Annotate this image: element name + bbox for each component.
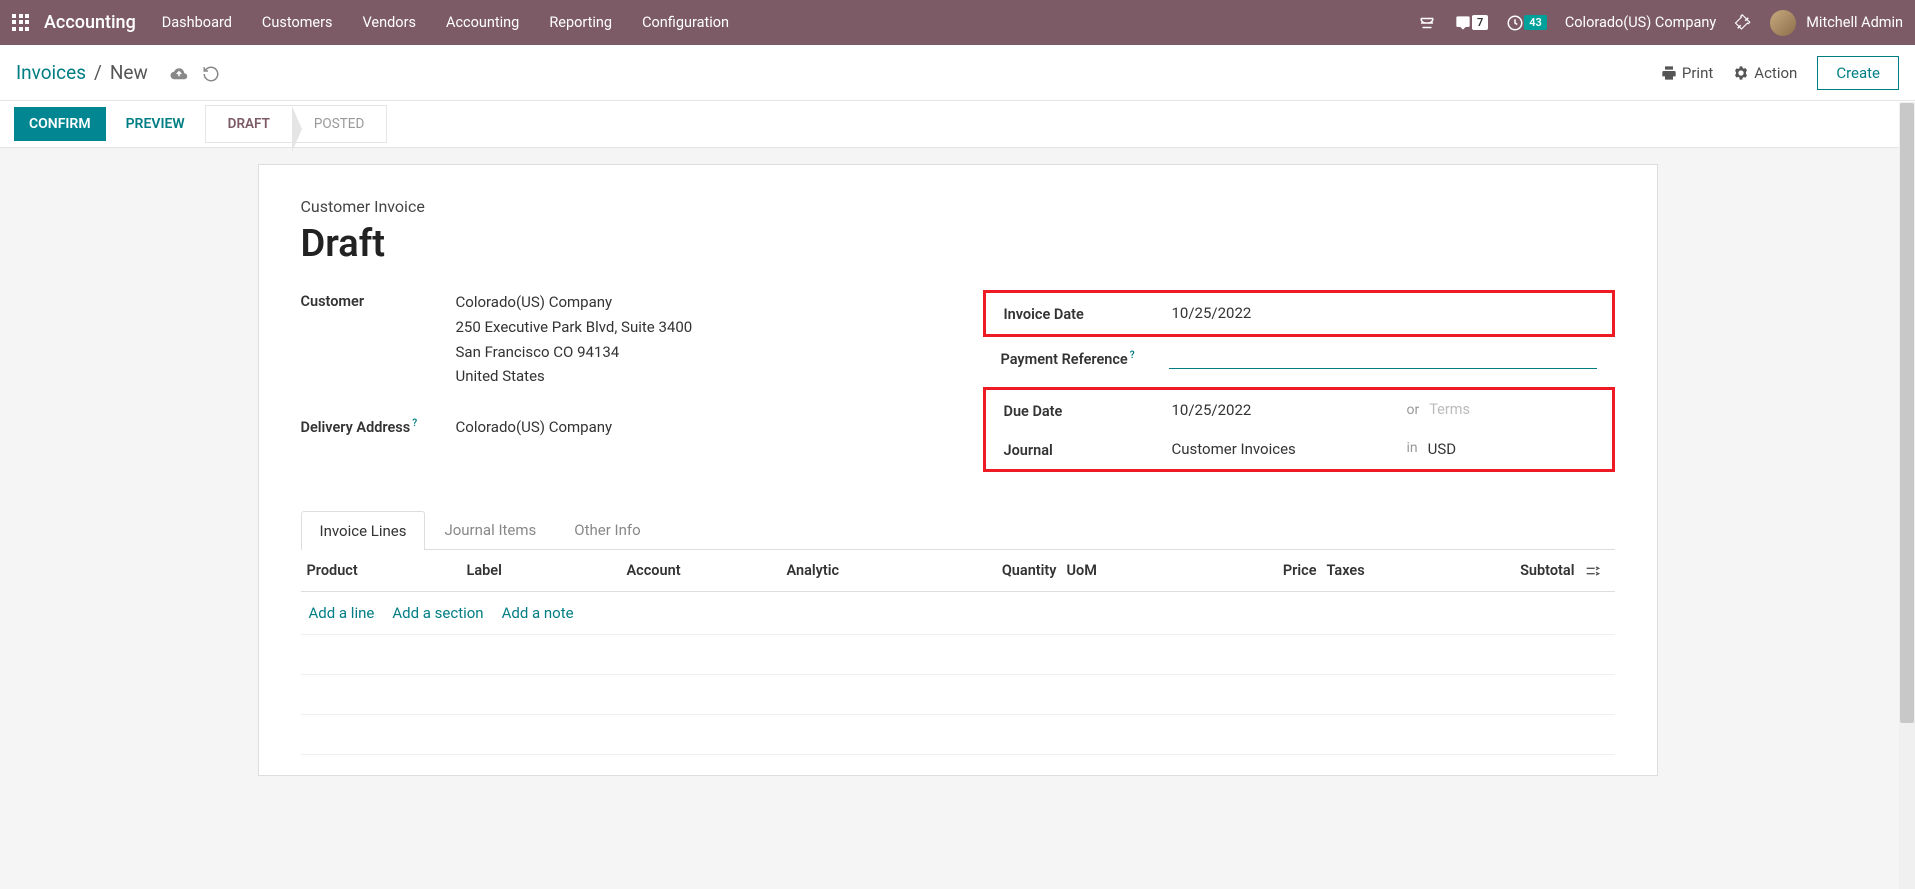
clock-badge: 43: [1524, 15, 1547, 30]
menu-dashboard[interactable]: Dashboard: [162, 14, 232, 31]
preview-button[interactable]: PREVIEW: [106, 107, 205, 141]
highlight-due-journal: Due Date 10/25/2022 or Terms Journal Cus…: [983, 387, 1615, 473]
phone-icon[interactable]: [1418, 14, 1436, 32]
customer-field[interactable]: Colorado(US) Company 250 Executive Park …: [456, 290, 933, 389]
status-pipeline: DRAFT POSTED: [205, 105, 388, 143]
delivery-label: Delivery Address?: [301, 415, 456, 436]
invoice-lines-table: Product Label Account Analytic Quantity …: [301, 550, 1615, 755]
menu-vendors[interactable]: Vendors: [363, 14, 416, 31]
breadcrumb-current: New: [110, 61, 148, 84]
optional-columns-icon[interactable]: [1575, 562, 1609, 579]
journal-field[interactable]: Customer Invoices in USD: [1172, 437, 1594, 462]
due-date-label: Due Date: [1004, 400, 1172, 420]
add-line-link[interactable]: Add a line: [309, 604, 375, 622]
status-posted[interactable]: POSTED: [292, 106, 386, 142]
menu-customers[interactable]: Customers: [262, 14, 333, 31]
avatar-icon: [1770, 10, 1796, 36]
tools-icon[interactable]: [1734, 14, 1752, 32]
apps-icon[interactable]: [12, 14, 30, 32]
breadcrumb-separator: /: [94, 61, 102, 84]
terms-field[interactable]: Terms: [1429, 398, 1470, 422]
col-subtotal[interactable]: Subtotal: [1417, 562, 1575, 579]
col-label[interactable]: Label: [467, 562, 627, 579]
in-text: in: [1407, 437, 1418, 460]
scroll-thumb[interactable]: [1900, 103, 1914, 723]
discard-icon[interactable]: [202, 61, 220, 84]
customer-label: Customer: [301, 290, 456, 310]
print-button[interactable]: Print: [1661, 64, 1713, 82]
form-left-column: Customer Colorado(US) Company 250 Execut…: [301, 290, 933, 478]
chat-icon[interactable]: 7: [1454, 15, 1488, 31]
content-area: Customer Invoice Draft Customer Colorado…: [0, 148, 1915, 889]
col-price[interactable]: Price: [1217, 562, 1317, 579]
currency-field[interactable]: USD: [1428, 437, 1456, 462]
status-bar: CONFIRM PREVIEW DRAFT POSTED: [0, 101, 1915, 148]
breadcrumb-bar: Invoices / New Print Action Create: [0, 45, 1915, 101]
breadcrumb: Invoices / New: [16, 61, 220, 84]
tab-other-info[interactable]: Other Info: [555, 510, 659, 549]
col-taxes[interactable]: Taxes: [1317, 562, 1417, 579]
document-type: Customer Invoice: [301, 197, 1615, 216]
add-note-link[interactable]: Add a note: [502, 604, 574, 622]
navbar-right: 7 43 Colorado(US) Company Mitchell Admin: [1418, 10, 1903, 36]
status-draft[interactable]: DRAFT: [206, 106, 292, 142]
action-button[interactable]: Action: [1733, 64, 1797, 82]
main-menu: Dashboard Customers Vendors Accounting R…: [162, 14, 729, 31]
payment-ref-field[interactable]: [1169, 347, 1597, 369]
empty-row[interactable]: [301, 715, 1615, 755]
user-menu[interactable]: Mitchell Admin: [1770, 10, 1903, 36]
col-quantity[interactable]: Quantity: [967, 562, 1057, 579]
breadcrumb-actions: Print Action Create: [1661, 56, 1899, 90]
app-title[interactable]: Accounting: [44, 12, 136, 33]
add-row: Add a line Add a section Add a note: [301, 592, 1615, 635]
journal-label: Journal: [1004, 439, 1172, 459]
menu-reporting[interactable]: Reporting: [549, 14, 612, 31]
user-name: Mitchell Admin: [1806, 14, 1903, 31]
document-title: Draft: [301, 222, 1615, 266]
help-icon[interactable]: ?: [1130, 350, 1135, 361]
table-header: Product Label Account Analytic Quantity …: [301, 550, 1615, 592]
due-date-field[interactable]: 10/25/2022 or Terms: [1172, 398, 1594, 423]
empty-row[interactable]: [301, 675, 1615, 715]
tab-invoice-lines[interactable]: Invoice Lines: [301, 511, 426, 550]
add-section-link[interactable]: Add a section: [392, 604, 483, 622]
form-sheet: Customer Invoice Draft Customer Colorado…: [258, 164, 1658, 776]
save-icon[interactable]: [170, 61, 188, 84]
top-navbar: Accounting Dashboard Customers Vendors A…: [0, 0, 1915, 45]
col-analytic[interactable]: Analytic: [787, 562, 967, 579]
invoice-date-label: Invoice Date: [1004, 303, 1172, 323]
invoice-date-field[interactable]: 10/25/2022: [1172, 301, 1594, 326]
chat-badge: 7: [1472, 15, 1488, 30]
vertical-scrollbar[interactable]: [1899, 102, 1915, 889]
empty-row[interactable]: [301, 635, 1615, 675]
tab-journal-items[interactable]: Journal Items: [425, 510, 555, 549]
col-product[interactable]: Product: [307, 562, 467, 579]
col-uom[interactable]: UoM: [1057, 562, 1217, 579]
create-button[interactable]: Create: [1817, 56, 1899, 90]
form-tabs: Invoice Lines Journal Items Other Info: [301, 510, 1615, 550]
delivery-field[interactable]: Colorado(US) Company: [456, 415, 933, 440]
help-icon[interactable]: ?: [412, 418, 417, 429]
highlight-invoice-date: Invoice Date 10/25/2022: [983, 290, 1615, 337]
breadcrumb-parent[interactable]: Invoices: [16, 61, 86, 84]
clock-icon[interactable]: 43: [1506, 14, 1547, 32]
col-account[interactable]: Account: [627, 562, 787, 579]
company-switcher[interactable]: Colorado(US) Company: [1565, 14, 1716, 31]
confirm-button[interactable]: CONFIRM: [14, 107, 106, 141]
menu-configuration[interactable]: Configuration: [642, 14, 729, 31]
form-right-column: Invoice Date 10/25/2022 Payment Referenc…: [983, 290, 1615, 478]
payment-ref-label: Payment Reference?: [1001, 347, 1169, 368]
or-text: or: [1407, 399, 1420, 422]
menu-accounting[interactable]: Accounting: [446, 14, 519, 31]
